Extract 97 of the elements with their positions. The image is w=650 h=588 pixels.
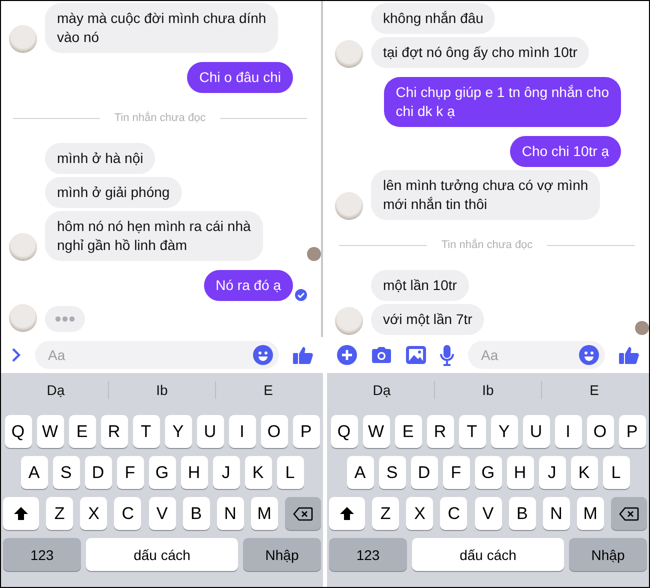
keyboard-key[interactable]: E bbox=[68, 415, 96, 448]
emoji-icon[interactable] bbox=[253, 345, 273, 365]
word-suggestion[interactable]: E bbox=[542, 382, 647, 398]
keyboard-key[interactable]: U bbox=[196, 415, 224, 448]
word-suggestion[interactable]: Ib bbox=[435, 382, 541, 398]
keyboard-key[interactable]: O bbox=[586, 415, 614, 448]
incoming-message: mày mà cuộc đời mình chưa dính vào nó bbox=[45, 3, 278, 53]
space-key[interactable]: dấu cách bbox=[412, 538, 564, 571]
incoming-message: lên mình tưởng chưa có vợ mình mới nhắn tin thôi bbox=[371, 170, 600, 220]
return-key[interactable]: Nhập bbox=[569, 538, 647, 571]
shift-icon bbox=[340, 507, 354, 520]
microphone-icon[interactable] bbox=[440, 344, 454, 366]
keyboard-key[interactable]: U bbox=[522, 415, 550, 448]
backspace-key[interactable] bbox=[285, 497, 321, 530]
thumbs-up-icon[interactable] bbox=[293, 345, 313, 365]
keyboard-key[interactable]: Y bbox=[164, 415, 192, 448]
keyboard-key[interactable]: O bbox=[260, 415, 288, 448]
keyboard-key[interactable]: F bbox=[116, 456, 144, 489]
keyboard-key[interactable]: P bbox=[292, 415, 320, 448]
keyboard-key[interactable]: K bbox=[244, 456, 272, 489]
keyboard-key[interactable]: S bbox=[52, 456, 80, 489]
keyboard-key[interactable]: R bbox=[426, 415, 454, 448]
shift-key[interactable] bbox=[3, 497, 39, 530]
keyboard-key[interactable]: E bbox=[394, 415, 422, 448]
keyboard-key[interactable]: S bbox=[378, 456, 406, 489]
keyboard-key[interactable]: D bbox=[410, 456, 438, 489]
incoming-message: một lần 10tr bbox=[371, 270, 469, 301]
word-suggestion[interactable]: E bbox=[216, 382, 321, 398]
keyboard-key[interactable]: Y bbox=[490, 415, 518, 448]
keyboard-key[interactable]: A bbox=[346, 456, 374, 489]
keyboard-key[interactable]: P bbox=[618, 415, 646, 448]
keyboard-key[interactable]: G bbox=[474, 456, 502, 489]
backspace-icon bbox=[293, 506, 313, 520]
keyboard-key[interactable]: Q bbox=[4, 415, 32, 448]
backspace-icon bbox=[619, 506, 639, 520]
keyboard-key[interactable]: D bbox=[84, 456, 112, 489]
incoming-message: không nhắn đâu bbox=[371, 3, 496, 34]
keyboard-key[interactable]: H bbox=[506, 456, 534, 489]
plus-icon[interactable] bbox=[337, 345, 357, 365]
expand-chevron-icon[interactable] bbox=[11, 347, 21, 363]
outgoing-message: Chi o đâu chi bbox=[187, 62, 293, 93]
keyboard-key[interactable]: M bbox=[576, 497, 604, 530]
unread-divider-label: Tin nhắn chưa đọc bbox=[114, 112, 206, 124]
keyboard-key[interactable]: L bbox=[276, 456, 304, 489]
shift-icon bbox=[14, 507, 28, 520]
word-suggestion[interactable]: Dạ bbox=[3, 382, 108, 398]
keyboard-key[interactable]: T bbox=[132, 415, 160, 448]
keyboard-key[interactable]: J bbox=[538, 456, 566, 489]
incoming-message: mình ở giải phóng bbox=[45, 177, 182, 208]
keyboard-key[interactable]: X bbox=[80, 497, 108, 530]
return-key[interactable]: Nhập bbox=[243, 538, 321, 571]
keyboard-key[interactable]: I bbox=[554, 415, 582, 448]
outgoing-message: Nó ra đó ạ bbox=[204, 270, 293, 301]
keyboard-key[interactable]: B bbox=[182, 497, 210, 530]
keyboard-key[interactable]: V bbox=[474, 497, 502, 530]
numbers-key[interactable]: 123 bbox=[3, 538, 81, 571]
keyboard-key[interactable]: A bbox=[20, 456, 48, 489]
typing-indicator-icon bbox=[45, 306, 85, 332]
keyboard-key[interactable]: M bbox=[250, 497, 278, 530]
keyboard-key[interactable]: J bbox=[212, 456, 240, 489]
image-icon[interactable] bbox=[406, 346, 426, 364]
incoming-message: hôm nó nó hẹn mình ra cái nhà nghỉ gần hồ linh đàm bbox=[45, 211, 263, 261]
word-suggestion[interactable]: Dạ bbox=[329, 382, 434, 398]
emoji-icon[interactable] bbox=[579, 345, 599, 365]
keyboard-key[interactable]: W bbox=[36, 415, 64, 448]
keyboard-key[interactable]: K bbox=[570, 456, 598, 489]
shift-key[interactable] bbox=[329, 497, 365, 530]
keyboard-key[interactable]: I bbox=[228, 415, 256, 448]
keyboard-key[interactable]: R bbox=[100, 415, 128, 448]
keyboard-key[interactable]: W bbox=[362, 415, 390, 448]
numbers-key[interactable]: 123 bbox=[329, 538, 407, 571]
keyboard-key[interactable]: Z bbox=[372, 497, 400, 530]
keyboard-key[interactable]: N bbox=[216, 497, 244, 530]
thumbs-up-icon[interactable] bbox=[619, 345, 639, 365]
camera-icon[interactable] bbox=[371, 346, 392, 364]
incoming-message: tại đợt nó ông ấy cho mình 10tr bbox=[371, 37, 590, 68]
incoming-message: mình ở hà nội bbox=[45, 143, 156, 174]
outgoing-message: Chi chụp giúp e 1 tn ông nhắn cho chi dk k ạ bbox=[384, 77, 621, 127]
keyboard-key[interactable]: H bbox=[180, 456, 208, 489]
keyboard-key[interactable]: V bbox=[148, 497, 176, 530]
keyboard-key[interactable]: C bbox=[440, 497, 468, 530]
space-key[interactable]: dấu cách bbox=[86, 538, 238, 571]
keyboard-key[interactable]: N bbox=[542, 497, 570, 530]
backspace-key[interactable] bbox=[611, 497, 647, 530]
unread-divider-label: Tin nhắn chưa đọc bbox=[441, 239, 533, 251]
outgoing-message: Cho chi 10tr ạ bbox=[510, 136, 621, 167]
keyboard-key[interactable]: Q bbox=[330, 415, 358, 448]
incoming-message: với một lần 7tr bbox=[371, 304, 484, 335]
word-suggestion[interactable]: Ib bbox=[109, 382, 215, 398]
keyboard-key[interactable]: B bbox=[508, 497, 536, 530]
keyboard-key[interactable]: L bbox=[602, 456, 630, 489]
keyboard-key[interactable]: X bbox=[406, 497, 434, 530]
keyboard-key[interactable]: C bbox=[114, 497, 142, 530]
keyboard-key[interactable]: Z bbox=[46, 497, 74, 530]
keyboard-key[interactable]: G bbox=[148, 456, 176, 489]
keyboard-key[interactable]: F bbox=[442, 456, 470, 489]
keyboard-key[interactable]: T bbox=[458, 415, 486, 448]
